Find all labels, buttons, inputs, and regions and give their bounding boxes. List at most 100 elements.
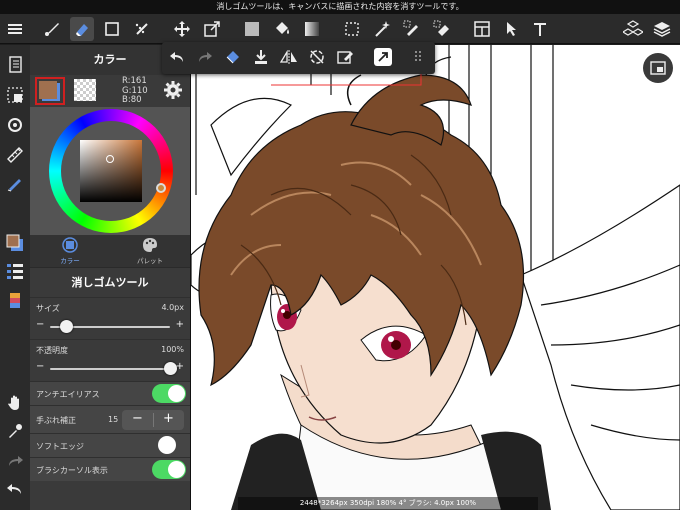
opacity-slider[interactable]: − + (36, 359, 184, 379)
color-tab-icon (62, 237, 78, 253)
brush-list-icon[interactable] (3, 259, 27, 283)
brush-cursor-toggle[interactable] (152, 460, 186, 479)
color-swatch-icon[interactable] (3, 231, 27, 255)
frame-icon[interactable] (470, 17, 494, 41)
text-icon[interactable] (528, 17, 552, 41)
canvas-info: 2448*3264px 350dpi 180% 4° ブラシ: 4.0px 10… (238, 497, 538, 510)
fill-color-icon[interactable] (240, 17, 264, 41)
size-minus-button[interactable]: − (36, 319, 44, 330)
opacity-row: 不透明度 100% (30, 339, 190, 359)
ruler-icon[interactable] (3, 143, 27, 167)
layer-eraser-icon[interactable] (222, 46, 244, 68)
stabilizer-value: 15 (108, 415, 119, 424)
antialias-row: アンチエイリアス (30, 381, 190, 405)
hand-icon[interactable] (3, 391, 27, 415)
left-sidebar (0, 45, 30, 510)
size-slider-knob[interactable] (59, 320, 73, 333)
soft-edge-label: ソフトエッジ (36, 442, 84, 451)
color-tabs: カラー パレット (30, 235, 190, 267)
opacity-track (50, 368, 170, 370)
opacity-plus-button[interactable]: + (176, 361, 184, 372)
soft-edge-row: ソフトエッジ (30, 433, 190, 457)
artwork-illustration (191, 45, 680, 510)
stabilizer-stepper: − + (122, 410, 184, 430)
menu-icon[interactable] (3, 17, 27, 41)
status-bar: 消しゴムツールは、キャンバスに描画された内容を消すツールです。 (0, 0, 680, 14)
transparent-color[interactable] (74, 79, 96, 101)
tab-color-label: カラー (60, 257, 80, 265)
size-slider[interactable]: − + (36, 317, 184, 337)
tool-panel-title: 消しゴムツール (30, 267, 190, 297)
tab-palette[interactable]: パレット (110, 235, 190, 267)
rect-icon[interactable] (100, 17, 124, 41)
opacity-value: 100% (161, 345, 184, 354)
magic-wand-icon[interactable] (370, 17, 394, 41)
select-pen-icon[interactable] (400, 17, 424, 41)
saturation-value-square[interactable] (80, 140, 142, 202)
drawing-canvas[interactable] (191, 45, 680, 510)
size-plus-button[interactable]: + (176, 319, 184, 330)
redo-icon[interactable] (3, 449, 27, 473)
hue-cursor (156, 183, 166, 193)
gear-icon[interactable] (164, 81, 182, 99)
toggle-dot (168, 385, 185, 402)
antialias-label: アンチエイリアス (36, 390, 100, 399)
clear-layer-icon[interactable] (334, 46, 356, 68)
select-arrow-icon[interactable] (500, 17, 524, 41)
size-value: 4.0px (161, 303, 184, 312)
size-row: サイズ 4.0px (30, 297, 190, 317)
save-icon[interactable] (250, 46, 272, 68)
eyedropper-icon[interactable] (3, 419, 27, 443)
opacity-minus-button[interactable]: − (36, 361, 44, 372)
dotted-brush-icon[interactable] (130, 17, 154, 41)
opacity-label: 不透明度 (36, 346, 68, 355)
rgb-readout: R:161 G:110 B:80 (122, 76, 148, 106)
rotate-icon[interactable] (3, 113, 27, 137)
grip-icon[interactable] (408, 46, 430, 68)
status-text: 消しゴムツールは、キャンバスに描画された内容を消すツールです。 (216, 2, 464, 11)
eraser-icon[interactable] (70, 17, 94, 41)
foreground-color[interactable] (35, 77, 65, 105)
palette-icon (143, 238, 157, 252)
size-label: サイズ (36, 304, 60, 313)
top-toolbar (0, 14, 680, 44)
side-panel: カラー R:161 G:110 B:80 カラー パレット 消しゴムツール サイ… (30, 45, 191, 510)
stabilizer-minus-button[interactable]: − (122, 411, 153, 426)
selection-layer-icon[interactable] (3, 83, 27, 107)
stabilizer-plus-button[interactable]: + (153, 411, 184, 426)
stabilizer-label: 手ぶれ補正 (36, 416, 76, 425)
expand-icon[interactable] (374, 48, 392, 66)
toggle-dot (168, 461, 185, 478)
select-eraser-icon[interactable] (430, 17, 454, 41)
color-wheel-area (30, 107, 190, 235)
bucket-icon[interactable] (270, 17, 294, 41)
materials-icon[interactable] (621, 17, 645, 41)
sv-cursor (106, 155, 114, 163)
quick-toolbar (162, 42, 435, 74)
rotate-reset-icon[interactable] (306, 46, 328, 68)
transform-icon[interactable] (200, 17, 224, 41)
navigator-button[interactable] (643, 53, 673, 83)
tab-color[interactable]: カラー (30, 235, 110, 267)
layers-icon[interactable] (650, 17, 674, 41)
page-list-icon[interactable] (3, 53, 27, 77)
select-rect-icon[interactable] (340, 17, 364, 41)
gradient-icon[interactable] (300, 17, 324, 41)
pen-settings-icon[interactable] (3, 171, 27, 195)
brush-icon[interactable] (40, 17, 64, 41)
tab-palette-label: パレット (137, 257, 163, 265)
navigator-icon (650, 61, 666, 75)
size-slider-row: − + (30, 317, 190, 339)
soft-edge-toggle[interactable] (158, 436, 176, 454)
opacity-slider-row: − + (30, 359, 190, 381)
antialias-toggle[interactable] (152, 384, 186, 403)
brush-cursor-label: ブラシカーソル表示 (36, 466, 108, 475)
redo-icon[interactable] (194, 46, 216, 68)
undo-icon[interactable] (166, 46, 188, 68)
material-palette-icon[interactable] (3, 289, 27, 313)
color-row: R:161 G:110 B:80 (30, 75, 190, 107)
move-icon[interactable] (170, 17, 194, 41)
flip-horizontal-icon[interactable] (278, 46, 300, 68)
b-value: B:80 (122, 95, 142, 105)
undo-icon[interactable] (3, 477, 27, 501)
